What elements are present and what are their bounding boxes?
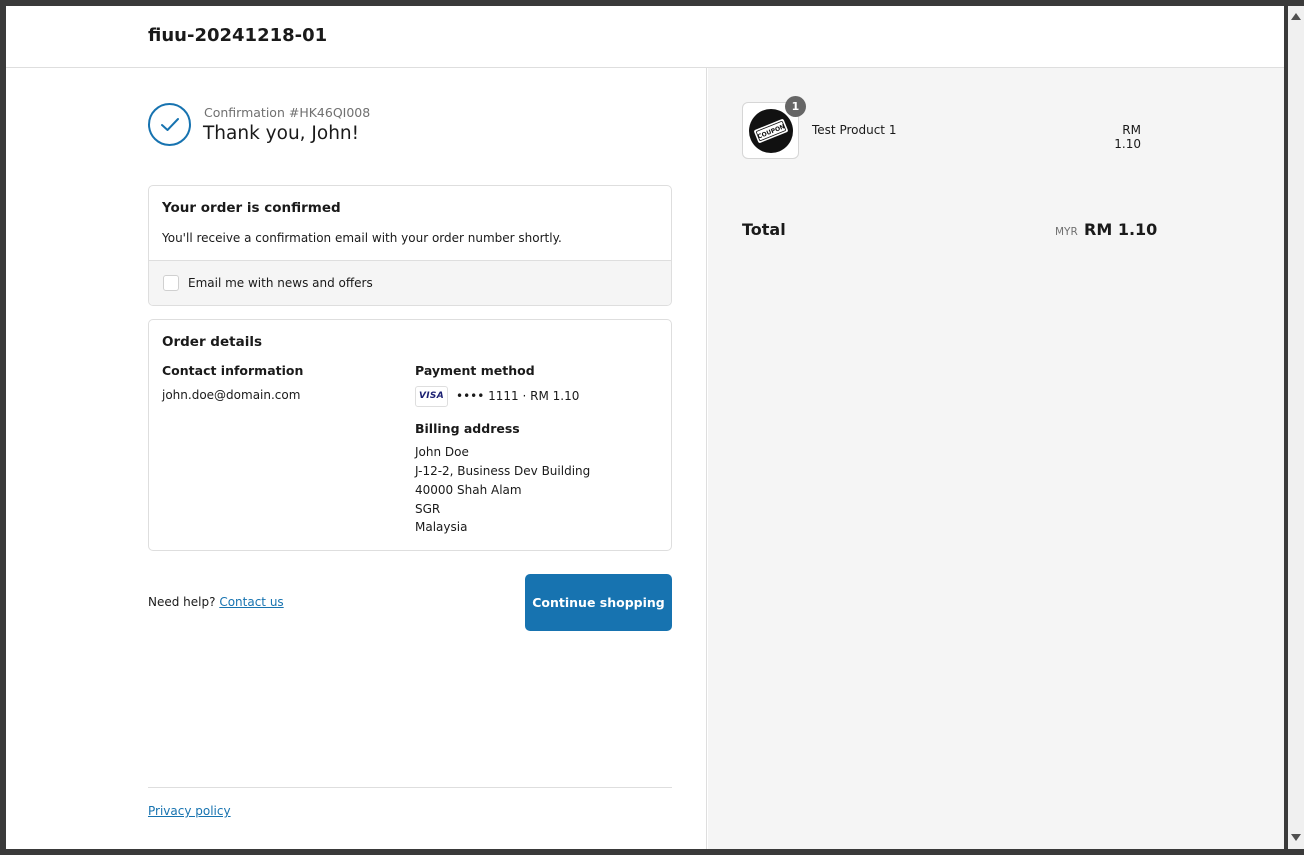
contact-email: john.doe@domain.com — [162, 388, 301, 402]
total-label: Total — [742, 220, 786, 239]
order-details-title: Order details — [162, 334, 262, 350]
billing-line: SGR — [415, 502, 441, 516]
help-text: Need help? Contact us — [148, 595, 284, 609]
privacy-policy-link[interactable]: Privacy policy — [148, 804, 231, 818]
order-confirmed-title: Your order is confirmed — [162, 200, 341, 216]
billing-line: John Doe — [415, 445, 469, 459]
shop-title[interactable]: fiuu-20241218-01 — [148, 25, 327, 46]
billing-line: J-12-2, Business Dev Building — [415, 464, 591, 478]
billing-address-title: Billing address — [415, 421, 520, 436]
card-summary: •••• 1111 · RM 1.10 — [456, 389, 580, 403]
visa-card-icon: VISA — [415, 386, 448, 407]
continue-shopping-button[interactable]: Continue shopping — [525, 574, 672, 631]
checkmark-icon — [148, 103, 191, 146]
payment-method-title: Payment method — [415, 363, 535, 378]
order-details-box: Order details Contact information john.d… — [148, 319, 672, 551]
checkout-window: fiuu-20241218-01 Confirmation #HK46QI008… — [6, 6, 1284, 849]
contact-info-title: Contact information — [162, 363, 304, 378]
thank-you-heading: Thank you, John! — [203, 123, 360, 144]
email-opt-in-checkbox[interactable] — [163, 275, 179, 291]
total-value: RM 1.10 — [1084, 220, 1158, 239]
product-name: Test Product 1 — [812, 123, 897, 137]
confirmation-number: Confirmation #HK46QI008 — [204, 105, 371, 120]
vertical-scrollbar[interactable] — [1288, 6, 1304, 849]
quantity-badge: 1 — [785, 96, 806, 117]
order-confirmed-box: Your order is confirmed You'll receive a… — [148, 185, 672, 306]
footer-divider — [148, 787, 672, 788]
help-label: Need help? — [148, 595, 216, 609]
product-price: RM 1.10 — [1114, 123, 1141, 151]
email-opt-in-label[interactable]: Email me with news and offers — [188, 276, 373, 290]
scroll-up-icon[interactable] — [1291, 13, 1301, 20]
order-summary-sidebar: COUPON 1 Test Product 1 RM 1.10 Total MY… — [708, 68, 1284, 849]
currency-code: MYR — [1055, 226, 1078, 238]
billing-line: Malaysia — [415, 520, 468, 534]
scroll-down-icon[interactable] — [1291, 834, 1301, 841]
order-confirmed-message: You'll receive a confirmation email with… — [162, 231, 562, 245]
header: fiuu-20241218-01 — [6, 6, 1284, 68]
main-content: Confirmation #HK46QI008 Thank you, John!… — [6, 68, 707, 849]
coupon-icon: COUPON — [749, 109, 793, 153]
email-opt-in-row[interactable]: Email me with news and offers — [149, 260, 671, 305]
billing-line: 40000 Shah Alam — [415, 483, 522, 497]
contact-us-link[interactable]: Contact us — [219, 595, 283, 609]
